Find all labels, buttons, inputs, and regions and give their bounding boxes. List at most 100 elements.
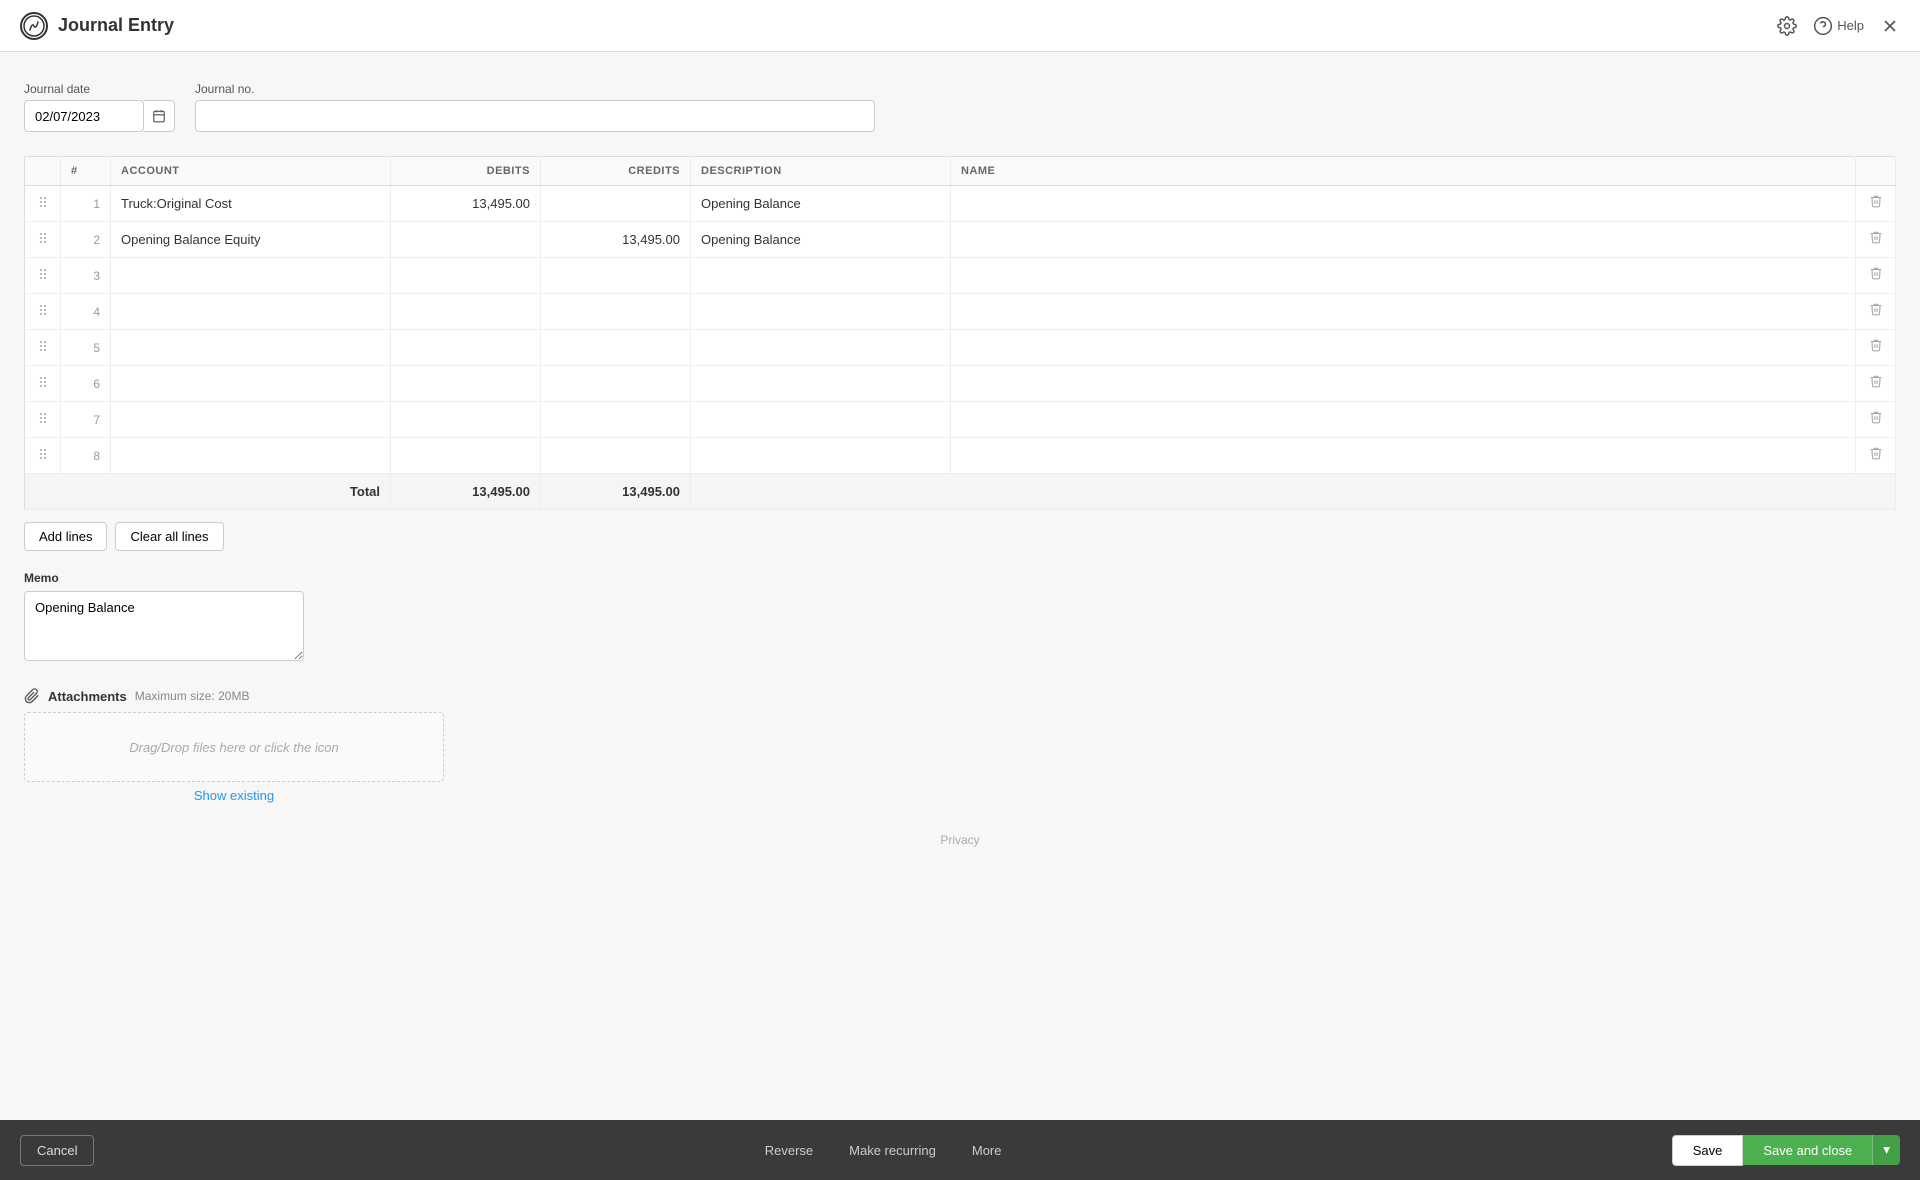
save-and-close-button[interactable]: Save and close [1743,1135,1872,1165]
account-cell[interactable] [111,294,391,330]
journal-date-wrapper [24,100,175,132]
debits-cell[interactable] [391,438,541,474]
top-bar: Journal Entry Help [0,0,1920,52]
page-title: Journal Entry [58,15,174,36]
delete-row-button[interactable] [1869,302,1883,321]
description-cell[interactable] [691,438,951,474]
bottom-bar-left: Cancel [20,1135,94,1166]
journal-date-input[interactable] [24,100,144,132]
total-debits-cell: 13,495.00 [391,474,541,510]
delete-cell [1856,294,1896,330]
drag-handle-icon[interactable]: ⠿ [38,411,47,428]
name-cell[interactable] [951,258,1856,294]
description-cell[interactable] [691,402,951,438]
debits-cell[interactable] [391,402,541,438]
debits-cell[interactable] [391,222,541,258]
more-button[interactable]: More [960,1136,1014,1165]
table-row: ⠿ 2 Opening Balance Equity 13,4 [25,222,1896,258]
description-cell[interactable]: Opening Balance [691,222,951,258]
name-cell[interactable] [951,438,1856,474]
credits-cell[interactable] [541,258,691,294]
description-cell[interactable] [691,294,951,330]
delete-row-button[interactable] [1869,230,1883,249]
col-name-header: NAME [951,157,1856,186]
name-cell[interactable] [951,366,1856,402]
privacy-label: Privacy [940,833,979,847]
account-cell[interactable] [111,438,391,474]
credits-cell[interactable] [541,186,691,222]
account-cell[interactable]: Opening Balance Equity [111,222,391,258]
drag-handle-icon[interactable]: ⠿ [38,447,47,464]
name-cell[interactable] [951,402,1856,438]
name-cell[interactable] [951,330,1856,366]
calendar-button[interactable] [144,100,175,132]
name-cell[interactable] [951,222,1856,258]
row-num-cell: 6 [61,366,111,402]
drag-handle-icon[interactable]: ⠿ [38,339,47,356]
credits-cell[interactable] [541,366,691,402]
debits-cell[interactable]: 13,495.00 [391,186,541,222]
account-cell[interactable]: Truck:Original Cost [111,186,391,222]
delete-row-button[interactable] [1869,338,1883,357]
make-recurring-button[interactable]: Make recurring [837,1136,948,1165]
delete-row-button[interactable] [1869,446,1883,465]
journal-no-label: Journal no. [195,82,875,96]
credits-cell[interactable] [541,294,691,330]
delete-row-button[interactable] [1869,410,1883,429]
close-button[interactable] [1880,16,1900,36]
credits-cell[interactable]: 13,495.00 [541,222,691,258]
delete-row-button[interactable] [1869,266,1883,285]
account-cell[interactable] [111,402,391,438]
account-cell[interactable] [111,366,391,402]
delete-cell [1856,186,1896,222]
debits-cell[interactable] [391,330,541,366]
debits-cell[interactable] [391,366,541,402]
save-close-dropdown-button[interactable]: ▾ [1872,1135,1900,1165]
credits-cell[interactable] [541,402,691,438]
debits-cell[interactable] [391,294,541,330]
col-description-header: DESCRIPTION [691,157,951,186]
row-number: 4 [93,305,100,319]
description-cell[interactable] [691,366,951,402]
settings-button[interactable] [1777,16,1797,36]
account-cell[interactable] [111,330,391,366]
row-number: 5 [93,341,100,355]
delete-row-button[interactable] [1869,374,1883,393]
drag-cell: ⠿ [25,222,61,258]
debits-cell[interactable] [391,258,541,294]
drag-handle-icon[interactable]: ⠿ [38,303,47,320]
add-lines-button[interactable]: Add lines [24,522,107,551]
name-cell[interactable] [951,186,1856,222]
description-cell[interactable]: Opening Balance [691,186,951,222]
description-cell[interactable] [691,330,951,366]
drop-zone[interactable]: Drag/Drop files here or click the icon [24,712,444,782]
credits-cell[interactable] [541,438,691,474]
show-existing-link[interactable]: Show existing [24,788,444,803]
drag-cell: ⠿ [25,294,61,330]
delete-row-button[interactable] [1869,194,1883,213]
account-cell[interactable] [111,258,391,294]
row-num-cell: 8 [61,438,111,474]
col-credits-header: CREDITS [541,157,691,186]
drag-cell: ⠿ [25,366,61,402]
journal-no-input[interactable] [195,100,875,132]
save-button[interactable]: Save [1672,1135,1744,1166]
clear-all-lines-button[interactable]: Clear all lines [115,522,223,551]
drag-handle-icon[interactable]: ⠿ [38,267,47,284]
description-cell[interactable] [691,258,951,294]
credits-cell[interactable] [541,330,691,366]
memo-label: Memo [24,571,1896,585]
bottom-bar-right: Save Save and close ▾ [1672,1135,1900,1166]
drag-handle-icon[interactable]: ⠿ [38,231,47,248]
reverse-button[interactable]: Reverse [753,1136,825,1165]
help-label: Help [1837,18,1864,33]
table-row: ⠿ 6 [25,366,1896,402]
attachments-section: Attachments Maximum size: 20MB Drag/Drop… [24,688,1896,803]
help-button[interactable]: Help [1813,16,1864,36]
cancel-button[interactable]: Cancel [20,1135,94,1166]
name-cell[interactable] [951,294,1856,330]
debits-value: 13,495.00 [472,196,530,211]
memo-textarea[interactable]: Opening Balance [24,591,304,661]
drag-handle-icon[interactable]: ⠿ [38,375,47,392]
drag-handle-icon[interactable]: ⠿ [38,195,47,212]
